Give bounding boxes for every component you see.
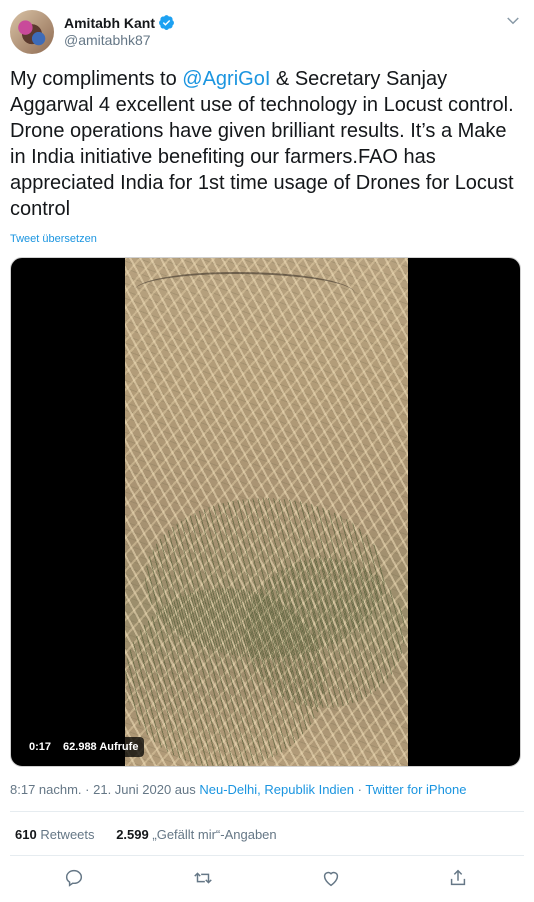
mention-link[interactable]: @AgriGoI [182, 68, 270, 90]
tweet-meta: 8:17 nachm. · 21. Juni 2020 aus Neu-Delh… [10, 782, 467, 797]
meta-separator: · [81, 782, 94, 797]
video-grass [245, 558, 405, 708]
tweet-text-part: My compliments to [10, 68, 183, 90]
video-frame [125, 258, 408, 766]
video-badge: 0:17 62.988 Aufrufe [23, 737, 145, 757]
retweets-stat[interactable]: 610 Retweets [15, 827, 95, 842]
tweet-stats: 610 Retweets 2.599 „Gefällt mir“-Angaben [15, 827, 277, 842]
video-player[interactable]: 0:17 62.988 Aufrufe [10, 257, 521, 767]
retweets-label: Retweets [40, 827, 95, 842]
likes-count: 2.599 [116, 827, 149, 842]
action-bar [10, 867, 524, 891]
display-name[interactable]: Amitabh Kant [64, 15, 155, 31]
video-branch [135, 272, 355, 312]
divider [10, 811, 524, 812]
verified-badge-icon [158, 14, 175, 31]
tweet-text: My compliments to @AgriGoI & Secretary S… [10, 66, 524, 222]
share-icon[interactable] [447, 867, 469, 889]
avatar[interactable] [10, 10, 54, 54]
tweet-date: 21. Juni 2020 aus [93, 782, 200, 797]
tweet-text-part: & Secretary Sanjay Aggarwal 4 excellent … [10, 68, 520, 220]
source-link[interactable]: Twitter for iPhone [365, 782, 466, 797]
divider [10, 855, 524, 856]
retweet-icon[interactable] [192, 867, 214, 889]
video-views: 62.988 Aufrufe [63, 741, 139, 753]
meta-separator: · [354, 782, 366, 797]
video-duration: 0:17 [29, 741, 52, 753]
tweet-time[interactable]: 8:17 nachm. [10, 782, 82, 797]
retweets-count: 610 [15, 827, 37, 842]
like-icon[interactable] [320, 867, 342, 889]
reply-icon[interactable] [63, 867, 85, 889]
likes-label: „Gefällt mir“-Angaben [152, 827, 277, 842]
translate-tweet-link[interactable]: Tweet übersetzen [10, 233, 97, 245]
likes-stat[interactable]: 2.599 „Gefällt mir“-Angaben [116, 827, 276, 842]
name-row: Amitabh Kant [64, 14, 175, 31]
chevron-down-icon[interactable] [504, 12, 522, 30]
user-handle[interactable]: @amitabhk87 [64, 32, 151, 48]
tweet-header: Amitabh Kant @amitabhk87 [10, 10, 524, 54]
location-link[interactable]: Neu-Delhi, Republik Indien [199, 782, 354, 797]
